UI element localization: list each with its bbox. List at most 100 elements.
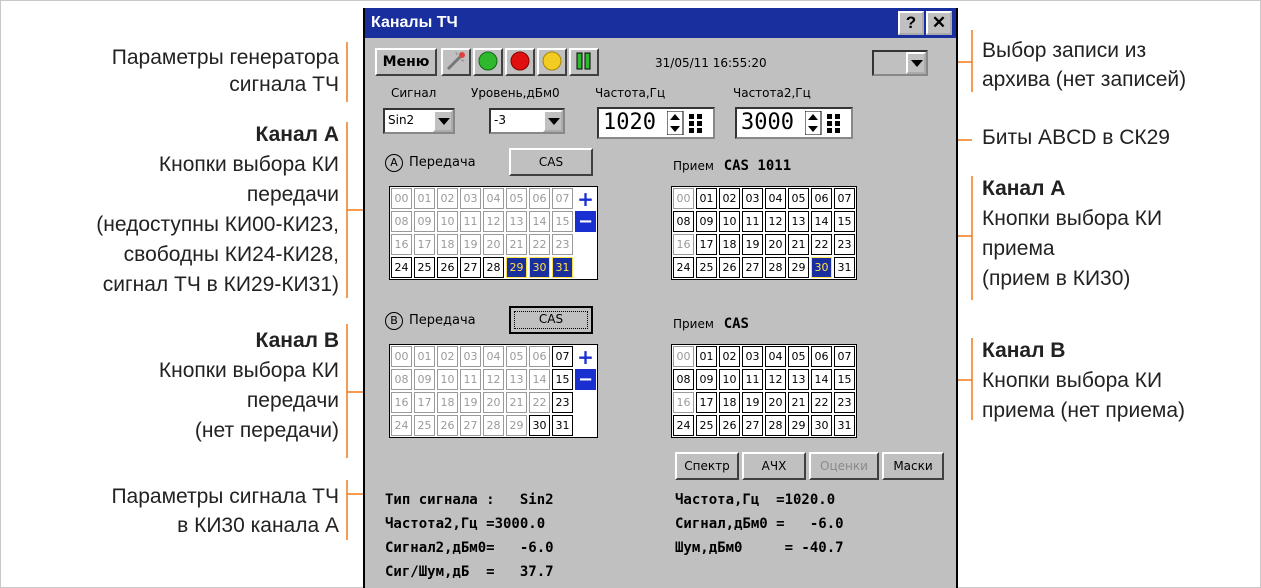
timeslot-03[interactable]: 03: [460, 188, 481, 209]
minus-icon[interactable]: −: [575, 369, 596, 390]
help-button[interactable]: ?: [898, 11, 924, 35]
signal-select[interactable]: Sin2: [383, 108, 455, 134]
timeslot-12[interactable]: 12: [765, 211, 786, 232]
timeslot-05[interactable]: 05: [788, 188, 809, 209]
timeslot-11[interactable]: 11: [460, 369, 481, 390]
timeslot-12[interactable]: 12: [483, 369, 504, 390]
timeslot-13[interactable]: 13: [506, 369, 527, 390]
timeslot-28[interactable]: 28: [483, 415, 504, 436]
timeslot-30[interactable]: 30: [529, 257, 550, 278]
minus-icon[interactable]: −: [575, 211, 596, 232]
timeslot-05[interactable]: 05: [506, 346, 527, 367]
save-button[interactable]: [537, 48, 567, 76]
timeslot-26[interactable]: 26: [437, 257, 458, 278]
timeslot-14[interactable]: 14: [529, 369, 550, 390]
timeslot-14[interactable]: 14: [811, 369, 832, 390]
timeslot-22[interactable]: 22: [811, 234, 832, 255]
timeslot-07[interactable]: 07: [834, 188, 855, 209]
chevron-down-icon[interactable]: [906, 52, 926, 74]
timeslot-07[interactable]: 07: [552, 346, 573, 367]
timeslot-12[interactable]: 12: [483, 211, 504, 232]
archive-select[interactable]: [872, 50, 928, 76]
timeslot-09[interactable]: 09: [696, 211, 717, 232]
timeslot-27[interactable]: 27: [742, 415, 763, 436]
timeslot-18[interactable]: 18: [437, 392, 458, 413]
timeslot-30[interactable]: 30: [811, 415, 832, 436]
timeslot-03[interactable]: 03: [742, 346, 763, 367]
pause-button[interactable]: [569, 48, 599, 76]
timeslot-02[interactable]: 02: [719, 188, 740, 209]
spin-arrows-icon[interactable]: [667, 111, 711, 135]
timeslot-20[interactable]: 20: [765, 392, 786, 413]
timeslot-16[interactable]: 16: [391, 234, 412, 255]
timeslot-27[interactable]: 27: [460, 257, 481, 278]
timeslot-31[interactable]: 31: [552, 257, 573, 278]
timeslot-11[interactable]: 11: [742, 369, 763, 390]
timeslot-28[interactable]: 28: [765, 415, 786, 436]
timeslot-26[interactable]: 26: [719, 257, 740, 278]
timeslot-15[interactable]: 15: [834, 211, 855, 232]
timeslot-21[interactable]: 21: [788, 234, 809, 255]
timeslot-25[interactable]: 25: [414, 415, 435, 436]
timeslot-22[interactable]: 22: [529, 392, 550, 413]
timeslot-12[interactable]: 12: [765, 369, 786, 390]
timeslot-02[interactable]: 02: [437, 188, 458, 209]
timeslot-10[interactable]: 10: [437, 369, 458, 390]
spectrum-button[interactable]: Спектр: [675, 452, 739, 480]
timeslot-26[interactable]: 26: [437, 415, 458, 436]
timeslot-15[interactable]: 15: [834, 369, 855, 390]
timeslot-09[interactable]: 09: [414, 369, 435, 390]
timeslot-19[interactable]: 19: [742, 234, 763, 255]
timeslot-06[interactable]: 06: [811, 188, 832, 209]
start-button[interactable]: [473, 48, 503, 76]
timeslot-25[interactable]: 25: [696, 257, 717, 278]
timeslot-00[interactable]: 00: [391, 346, 412, 367]
timeslot-05[interactable]: 05: [788, 346, 809, 367]
timeslot-29[interactable]: 29: [506, 257, 527, 278]
timeslot-00[interactable]: 00: [673, 188, 694, 209]
timeslot-20[interactable]: 20: [483, 392, 504, 413]
timeslot-10[interactable]: 10: [719, 369, 740, 390]
timeslot-30[interactable]: 30: [811, 257, 832, 278]
spin-arrows-icon[interactable]: [805, 111, 849, 135]
timeslot-26[interactable]: 26: [719, 415, 740, 436]
timeslot-13[interactable]: 13: [506, 211, 527, 232]
timeslot-01[interactable]: 01: [696, 188, 717, 209]
timeslot-01[interactable]: 01: [414, 188, 435, 209]
timeslot-04[interactable]: 04: [765, 346, 786, 367]
timeslot-31[interactable]: 31: [834, 257, 855, 278]
timeslot-05[interactable]: 05: [506, 188, 527, 209]
freq-spinner[interactable]: 1020: [597, 107, 715, 139]
timeslot-11[interactable]: 11: [460, 211, 481, 232]
timeslot-20[interactable]: 20: [765, 234, 786, 255]
timeslot-29[interactable]: 29: [788, 257, 809, 278]
timeslot-19[interactable]: 19: [460, 234, 481, 255]
masks-button[interactable]: Маски: [882, 452, 944, 480]
timeslot-02[interactable]: 02: [719, 346, 740, 367]
timeslot-01[interactable]: 01: [414, 346, 435, 367]
timeslot-16[interactable]: 16: [673, 392, 694, 413]
freq2-spinner[interactable]: 3000: [735, 107, 853, 139]
timeslot-04[interactable]: 04: [483, 346, 504, 367]
timeslot-16[interactable]: 16: [673, 234, 694, 255]
plus-icon[interactable]: +: [575, 187, 596, 211]
chevron-down-icon[interactable]: [543, 110, 563, 132]
menu-button[interactable]: Меню: [375, 48, 437, 76]
timeslot-08[interactable]: 08: [673, 369, 694, 390]
timeslot-21[interactable]: 21: [788, 392, 809, 413]
timeslot-08[interactable]: 08: [391, 369, 412, 390]
timeslot-06[interactable]: 06: [811, 346, 832, 367]
timeslot-29[interactable]: 29: [506, 415, 527, 436]
record-button[interactable]: [505, 48, 535, 76]
timeslot-06[interactable]: 06: [529, 188, 550, 209]
timeslot-25[interactable]: 25: [696, 415, 717, 436]
timeslot-04[interactable]: 04: [765, 188, 786, 209]
timeslot-24[interactable]: 24: [391, 257, 412, 278]
timeslot-31[interactable]: 31: [552, 415, 573, 436]
timeslot-21[interactable]: 21: [506, 234, 527, 255]
channel-b-cas-button[interactable]: CAS: [509, 306, 593, 334]
tools-button[interactable]: [441, 48, 471, 76]
timeslot-27[interactable]: 27: [460, 415, 481, 436]
timeslot-28[interactable]: 28: [483, 257, 504, 278]
timeslot-00[interactable]: 00: [391, 188, 412, 209]
